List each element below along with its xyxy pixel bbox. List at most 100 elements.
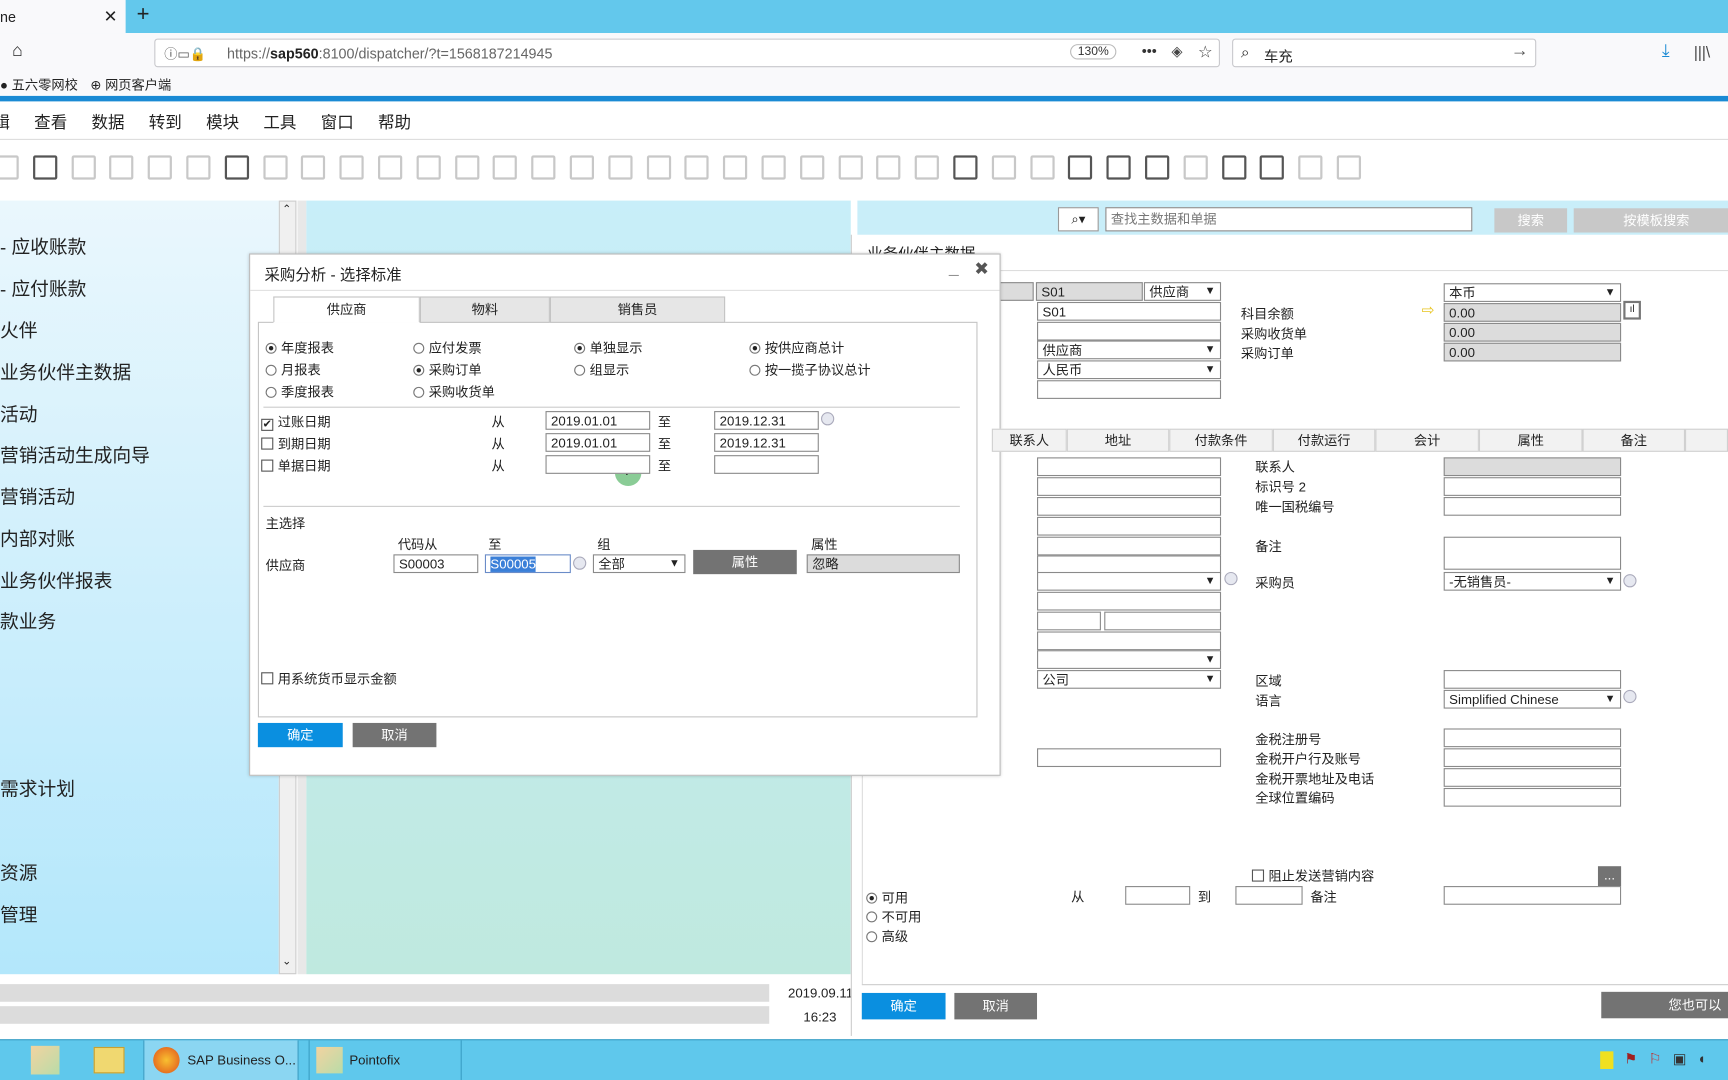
- balance-currency-select[interactable]: 本币: [1443, 283, 1622, 302]
- bp-tab[interactable]: 会计: [1375, 428, 1479, 452]
- company-select[interactable]: 公司: [1037, 670, 1222, 689]
- scroll-up-icon[interactable]: ⌃: [282, 204, 291, 216]
- bp-tab[interactable]: 地址: [1066, 428, 1170, 452]
- radio-period[interactable]: 月报表: [265, 360, 321, 379]
- bp-input[interactable]: [1443, 768, 1622, 787]
- pocket-icon[interactable]: ◈: [1171, 43, 1182, 61]
- active-to-input[interactable]: [1235, 886, 1303, 905]
- bp-input[interactable]: [1037, 591, 1222, 611]
- date-filter-checkbox[interactable]: ✔ 过账日期: [261, 412, 331, 431]
- sidebar-item[interactable]: - 应收账款: [0, 231, 86, 259]
- toolbar-approval-icon[interactable]: [1068, 155, 1093, 180]
- status-remarks-input[interactable]: [1443, 886, 1622, 905]
- tray-action-center-icon[interactable]: ⚐: [1649, 1050, 1662, 1068]
- toolbar-target-document-icon[interactable]: [646, 155, 671, 180]
- bp-type-select[interactable]: 供应商: [1143, 282, 1222, 301]
- radio-doc[interactable]: 采购订单: [413, 360, 482, 379]
- bp-input[interactable]: [1037, 611, 1101, 631]
- date-to-input[interactable]: 2019.12.31: [714, 411, 819, 430]
- go-arrow-icon[interactable]: →: [1511, 42, 1529, 62]
- toolbar-refresh-icon[interactable]: [493, 155, 518, 180]
- toolbar-user-icon[interactable]: [1221, 155, 1246, 180]
- sidebar-item[interactable]: 需求计划: [0, 774, 75, 802]
- code-from-input[interactable]: S00003: [393, 554, 479, 574]
- tray-notes-icon[interactable]: [1600, 1051, 1614, 1069]
- radio-display[interactable]: 组显示: [574, 360, 629, 379]
- toolbar-edit-icon[interactable]: [876, 155, 901, 180]
- tab-close-icon[interactable]: ✕: [104, 7, 118, 27]
- toolbar-tag-icon[interactable]: [1298, 155, 1323, 180]
- date-filter-checkbox[interactable]: 到期日期: [261, 434, 331, 453]
- tab-vendor[interactable]: 供应商: [273, 296, 420, 323]
- toolbar-add-row-icon[interactable]: [301, 155, 326, 180]
- toolbar-balance-icon[interactable]: [761, 155, 786, 180]
- bp-input[interactable]: [1037, 748, 1222, 768]
- toolbar-chat-icon[interactable]: [0, 155, 19, 180]
- bp-input[interactable]: [1443, 497, 1622, 516]
- download-icon[interactable]: ⤓: [1662, 42, 1670, 62]
- dialog-ok-button[interactable]: 确定: [257, 722, 343, 748]
- dialog-cancel-button[interactable]: 取消: [352, 722, 437, 748]
- bp-input[interactable]: [1443, 787, 1622, 807]
- toolbar-settings-icon[interactable]: [914, 155, 940, 180]
- bp-name-field[interactable]: S01: [1037, 301, 1222, 321]
- pointofix-app-icon[interactable]: [30, 1045, 60, 1075]
- tab-sales-employee[interactable]: 销售员: [549, 296, 726, 323]
- tray-network-icon[interactable]: ▣: [1673, 1050, 1687, 1068]
- toolbar-base-document-icon[interactable]: [608, 155, 633, 180]
- toolbar-message-reply-icon[interactable]: [1029, 155, 1055, 180]
- status-advanced-radio[interactable]: 高级: [866, 927, 908, 946]
- scroll-down-icon[interactable]: ⌄: [282, 955, 291, 967]
- tray-flag-icon[interactable]: ⚑: [1624, 1050, 1637, 1068]
- menu-view[interactable]: 查看: [34, 110, 67, 133]
- toolbar-payment-icon[interactable]: [723, 155, 748, 180]
- file-explorer-icon[interactable]: [93, 1046, 125, 1074]
- library-icon[interactable]: |||\: [1694, 43, 1710, 61]
- toolbar-move-icon[interactable]: [186, 155, 211, 180]
- toolbar-org-icon[interactable]: [1183, 155, 1208, 180]
- sidebar-item[interactable]: 活动: [0, 399, 37, 427]
- buyer-link-icon[interactable]: [1623, 574, 1637, 588]
- menu-tools[interactable]: 工具: [263, 110, 296, 133]
- toolbar-form-settings-icon[interactable]: [953, 155, 978, 180]
- bp-input[interactable]: [1037, 516, 1222, 536]
- page-actions-icon[interactable]: •••: [1142, 43, 1157, 60]
- toolbar-help-icon[interactable]: [1260, 155, 1285, 180]
- bp-input[interactable]: [1443, 670, 1622, 689]
- bp-input[interactable]: [1443, 748, 1622, 768]
- code-to-link-icon[interactable]: [573, 556, 587, 570]
- buyer-select[interactable]: -无销售员-: [1443, 571, 1622, 591]
- template-search-button[interactable]: 按模板搜索: [1573, 208, 1728, 233]
- bookmark-star-icon[interactable]: ☆: [1198, 42, 1213, 62]
- bp-currency-select[interactable]: 人民币: [1037, 360, 1222, 380]
- close-icon[interactable]: ✖: [974, 258, 989, 280]
- radio-period[interactable]: 季度报表: [265, 382, 334, 401]
- bookmark-item[interactable]: ⊕ 网页客户端: [90, 77, 171, 92]
- menu-edit[interactable]: 辑: [0, 110, 10, 133]
- sidebar-item[interactable]: 营销活动: [0, 482, 75, 510]
- toolbar-lock-layout-icon[interactable]: [224, 155, 249, 180]
- sidebar-item[interactable]: 营销活动生成向导: [0, 440, 150, 468]
- bp-tab[interactable]: 付款运行: [1272, 428, 1376, 452]
- toolbar-find-icon[interactable]: [262, 155, 288, 180]
- more-button[interactable]: ...: [1597, 866, 1622, 887]
- menu-help[interactable]: 帮助: [378, 110, 411, 133]
- menu-window[interactable]: 窗口: [321, 110, 354, 133]
- bp-input[interactable]: [1037, 380, 1222, 399]
- date-to-input[interactable]: 2019.12.31: [714, 433, 819, 452]
- code-to-input[interactable]: S00005: [484, 554, 571, 574]
- toolbar-filter-icon[interactable]: [531, 155, 556, 180]
- bp-select[interactable]: [1037, 650, 1222, 669]
- bp-input[interactable]: [1037, 536, 1222, 556]
- bp-input[interactable]: [1104, 611, 1222, 631]
- link-icon[interactable]: [1224, 571, 1238, 586]
- toolbar-previous-record-icon[interactable]: [377, 155, 403, 180]
- date-link-icon[interactable]: [821, 412, 835, 426]
- sys-currency-checkbox[interactable]: 用系统货币显示金额: [261, 669, 397, 688]
- tab-item[interactable]: 物料: [419, 296, 550, 323]
- active-from-input[interactable]: [1125, 886, 1191, 905]
- radio-total[interactable]: 按供应商总计: [749, 338, 844, 357]
- menu-modules[interactable]: 模块: [206, 110, 239, 133]
- status-active-radio[interactable]: 可用: [866, 888, 908, 907]
- sidebar-item[interactable]: 业务伙伴主数据: [0, 357, 131, 385]
